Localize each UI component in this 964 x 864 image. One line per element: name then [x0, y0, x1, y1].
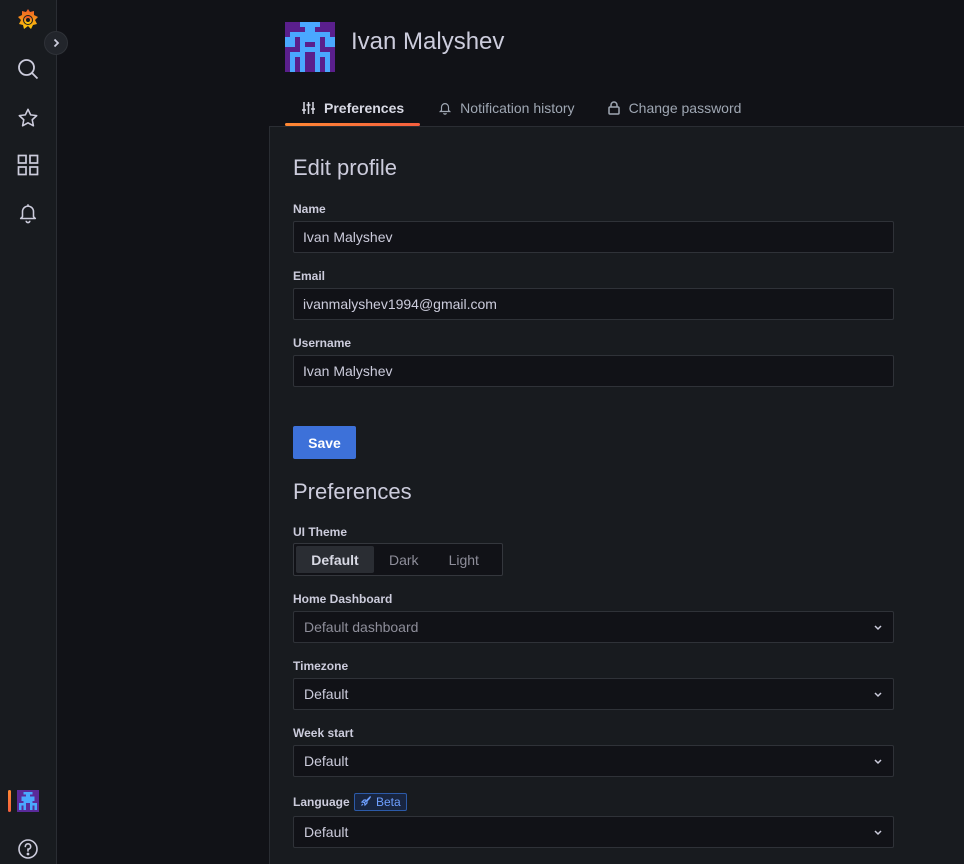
chevron-right-icon — [53, 38, 60, 48]
language-value: Default — [304, 824, 349, 840]
ui-theme-radio-group: Default Dark Light — [293, 543, 503, 576]
user-avatar[interactable] — [16, 789, 40, 813]
chevron-down-icon — [873, 824, 883, 840]
dashboards-icon[interactable] — [16, 153, 40, 177]
email-input[interactable]: ivanmalyshev1994@gmail.com — [293, 288, 894, 320]
chevron-down-icon — [873, 619, 883, 635]
star-icon[interactable] — [16, 106, 40, 130]
chevron-down-icon — [873, 686, 883, 702]
chevron-down-icon — [873, 753, 883, 769]
week-start-value: Default — [304, 753, 349, 769]
sliders-icon — [301, 101, 316, 115]
page-title: Ivan Malyshev — [351, 28, 505, 55]
name-input[interactable]: Ivan Malyshev — [293, 221, 894, 253]
edit-profile-heading: Edit profile — [293, 155, 397, 180]
name-value: Ivan Malyshev — [303, 229, 393, 245]
tab-label: Preferences — [324, 100, 405, 116]
expand-sidebar-button[interactable] — [44, 31, 68, 55]
active-indicator — [8, 790, 11, 812]
bell-icon — [438, 101, 452, 115]
lock-icon — [607, 101, 621, 115]
username-value: Ivan Malyshev — [303, 363, 393, 379]
timezone-select[interactable]: Default — [293, 678, 894, 710]
theme-option-light[interactable]: Light — [434, 546, 494, 573]
week-start-select[interactable]: Default — [293, 745, 894, 777]
week-start-label: Week start — [293, 726, 354, 740]
home-dashboard-label: Home Dashboard — [293, 592, 393, 606]
theme-option-default[interactable]: Default — [296, 546, 374, 573]
help-icon[interactable] — [16, 837, 40, 861]
grafana-logo-icon[interactable] — [16, 8, 40, 32]
tab-preferences[interactable]: Preferences — [285, 90, 421, 126]
beta-badge: Beta — [354, 793, 407, 811]
timezone-value: Default — [304, 686, 349, 702]
tab-label: Notification history — [460, 100, 575, 116]
home-dashboard-select[interactable]: Default dashboard — [293, 611, 894, 643]
email-value: ivanmalyshev1994@gmail.com — [303, 296, 497, 312]
profile-avatar — [285, 22, 335, 72]
preferences-heading: Preferences — [293, 479, 412, 504]
timezone-label: Timezone — [293, 659, 349, 673]
tab-change-password[interactable]: Change password — [591, 90, 758, 126]
tab-label: Change password — [628, 100, 742, 116]
language-label: Language — [293, 795, 350, 809]
language-select[interactable]: Default — [293, 816, 894, 848]
sidebar — [0, 0, 68, 864]
username-label: Username — [293, 336, 352, 350]
profile-tabs: Preferences Notification history Change … — [285, 90, 757, 126]
save-button[interactable]: Save — [293, 426, 356, 459]
search-icon[interactable] — [16, 57, 40, 81]
name-label: Name — [293, 202, 326, 216]
beta-badge-label: Beta — [376, 795, 401, 809]
tab-notification-history[interactable]: Notification history — [422, 90, 590, 126]
home-dashboard-placeholder: Default dashboard — [304, 619, 419, 635]
rocket-icon — [360, 795, 372, 810]
theme-option-dark[interactable]: Dark — [374, 546, 434, 573]
alerting-bell-icon[interactable] — [16, 201, 40, 225]
ui-theme-label: UI Theme — [293, 525, 348, 539]
username-input[interactable]: Ivan Malyshev — [293, 355, 894, 387]
email-label: Email — [293, 269, 326, 283]
